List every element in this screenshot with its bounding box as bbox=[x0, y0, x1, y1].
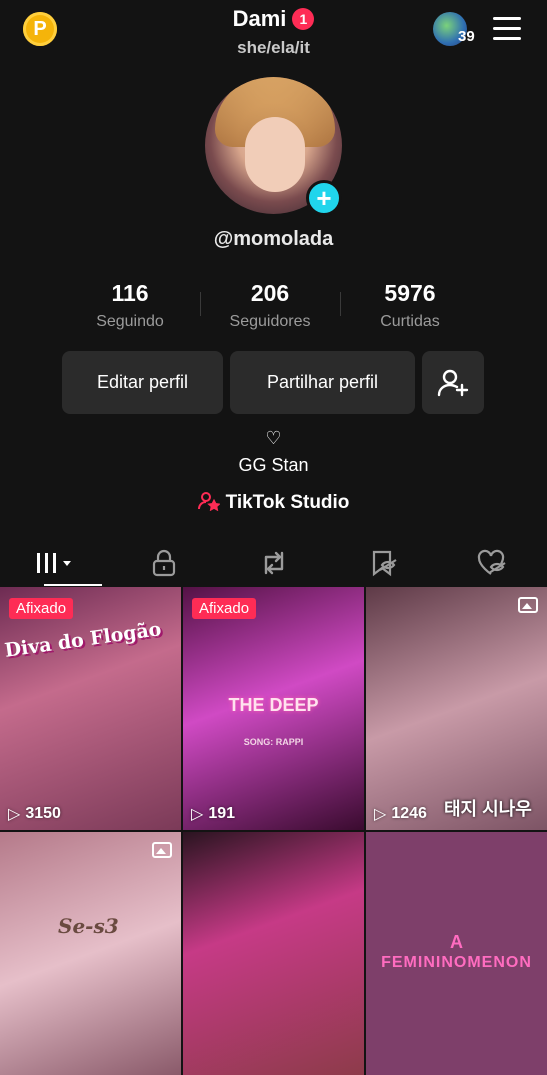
video-caption: Se-s3 bbox=[58, 914, 119, 938]
video-tile[interactable]: Afixado THE DEEP SONG: RAPPI ▷ 191 bbox=[183, 587, 364, 830]
photo-icon bbox=[152, 842, 172, 858]
profile-stats: 116 Seguindo 206 Seguidores 5976 Curtida… bbox=[60, 280, 480, 331]
bio-heart: ♡ bbox=[265, 428, 282, 448]
stat-divider bbox=[340, 292, 341, 316]
add-friend-button[interactable] bbox=[422, 351, 484, 414]
view-count: ▷ 191 bbox=[191, 805, 236, 823]
play-icon: ▷ bbox=[191, 806, 204, 823]
view-count: ▷ 3150 bbox=[8, 805, 61, 823]
stat-value: 116 bbox=[111, 280, 149, 306]
stat-value: 5976 bbox=[384, 280, 436, 306]
stat-divider bbox=[200, 292, 201, 316]
video-grid: Afixado Diva do Flogão ▷ 3150 Afixado THE… bbox=[0, 587, 547, 1075]
tab-liked[interactable] bbox=[438, 540, 547, 586]
add-user-icon bbox=[437, 369, 469, 396]
play-icon: ▷ bbox=[8, 806, 21, 823]
stat-label: Seguindo bbox=[96, 313, 164, 330]
video-caption: FEMININOMENON bbox=[381, 954, 532, 971]
notification-badge: 1 bbox=[292, 8, 315, 30]
pinned-badge: Afixado bbox=[192, 598, 257, 619]
video-caption: A bbox=[450, 932, 463, 952]
video-tile[interactable]: Afixado Diva do Flogão ▷ 3150 bbox=[0, 587, 181, 830]
profile-handle: @momolada bbox=[213, 228, 334, 250]
tab-favorites[interactable] bbox=[328, 540, 437, 586]
edit-profile-button[interactable]: Editar perfil bbox=[62, 351, 223, 414]
video-caption: Diva do Flogão bbox=[3, 618, 163, 662]
stat-label: Curtidas bbox=[380, 313, 440, 330]
stat-value: 206 bbox=[250, 280, 290, 306]
tab-videos[interactable] bbox=[0, 540, 109, 586]
video-subcaption: SONG: RAPPI bbox=[243, 737, 304, 747]
tab-reposts[interactable] bbox=[219, 540, 328, 586]
video-tile[interactable]: 태지 시나우 ▷ 1246 bbox=[366, 587, 547, 830]
friends-count: 39 bbox=[458, 28, 475, 45]
add-avatar-plus-icon[interactable]: + bbox=[306, 180, 342, 216]
lock-icon bbox=[153, 549, 176, 577]
pinned-badge: Afixado bbox=[9, 598, 74, 619]
tab-private[interactable] bbox=[109, 540, 218, 586]
video-caption: THE DEEP bbox=[228, 695, 319, 715]
profile-tabs bbox=[0, 540, 547, 586]
studio-icon bbox=[197, 492, 221, 512]
video-caption: 태지 시나우 bbox=[444, 799, 532, 819]
menu-icon[interactable] bbox=[493, 17, 521, 47]
studio-label: TikTok Studio bbox=[225, 492, 350, 513]
play-icon: ▷ bbox=[374, 806, 387, 823]
stat-followers[interactable]: 206 Seguidores bbox=[200, 280, 340, 331]
grid-icon bbox=[36, 553, 71, 573]
video-tile[interactable]: Se-s3 bbox=[0, 832, 181, 1075]
view-count: ▷ 1246 bbox=[374, 805, 427, 823]
tiktok-studio-link[interactable]: TikTok Studio bbox=[0, 491, 547, 514]
video-tile[interactable] bbox=[183, 832, 364, 1075]
username[interactable]: Dami bbox=[233, 6, 287, 32]
stat-following[interactable]: 116 Seguindo bbox=[60, 280, 200, 331]
share-profile-button[interactable]: Partilhar perfil bbox=[230, 351, 415, 414]
bookmark-hidden-icon bbox=[372, 550, 397, 577]
heart-hidden-icon bbox=[478, 549, 506, 575]
stat-label: Seguidores bbox=[229, 313, 311, 330]
repost-icon bbox=[264, 551, 283, 575]
bio-text: GG Stan bbox=[238, 455, 309, 475]
photo-icon bbox=[518, 597, 538, 613]
stat-likes[interactable]: 5976 Curtidas bbox=[340, 280, 480, 331]
video-tile[interactable]: A FEMININOMENON bbox=[366, 832, 547, 1075]
